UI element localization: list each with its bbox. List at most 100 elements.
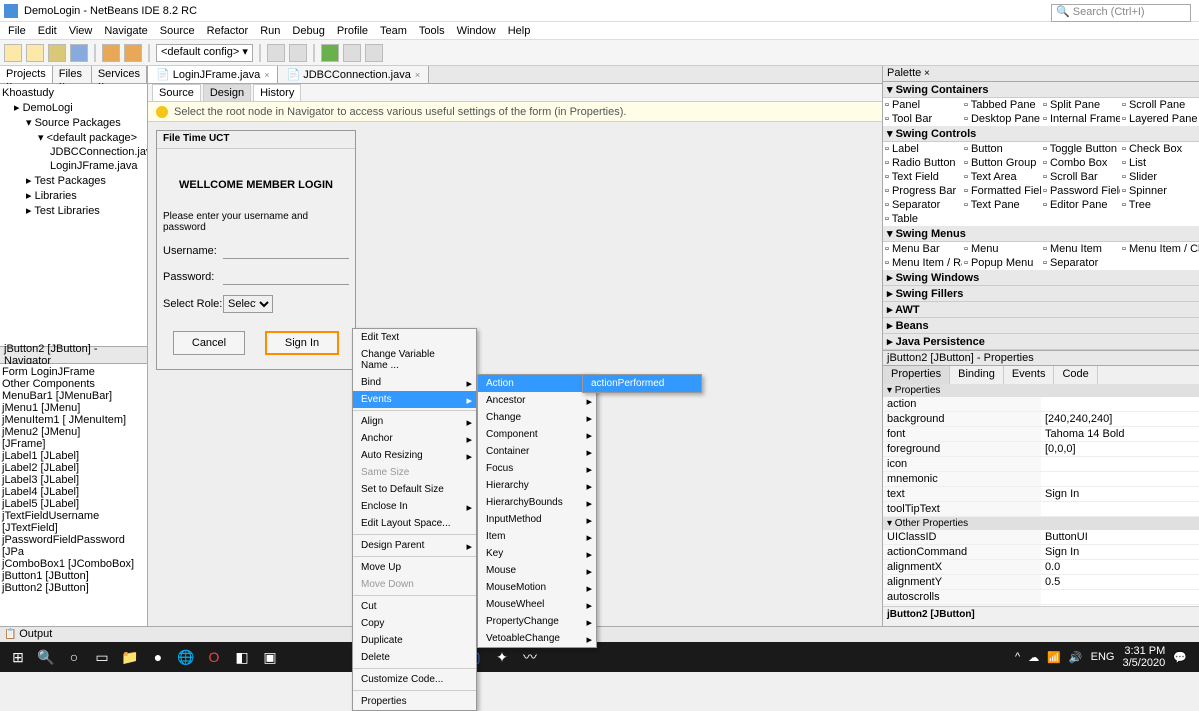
close-tab-icon[interactable]: × — [264, 70, 269, 80]
menu-edit[interactable]: Edit — [34, 25, 61, 37]
nav-item[interactable]: jLabel4 [JLabel] — [2, 486, 145, 498]
app5-icon[interactable]: 〰 — [516, 645, 544, 669]
ctx-item[interactable]: Bind▸ — [353, 374, 476, 391]
explorer-icon[interactable]: 📁 — [116, 645, 144, 669]
palette-item[interactable]: ▫ Tabbed Pane — [962, 98, 1041, 112]
palette-item[interactable]: ▫ Desktop Pane — [962, 112, 1041, 126]
ctx-item[interactable]: Design Parent▸ — [353, 537, 476, 554]
ctx-item[interactable]: Properties — [353, 693, 476, 710]
taskview-icon[interactable]: ▭ — [88, 645, 116, 669]
palette-item[interactable]: ▫ Separator — [883, 198, 962, 212]
props-tab-code[interactable]: Code — [1054, 366, 1097, 384]
palette-item[interactable]: ▫ Combo Box — [1041, 156, 1120, 170]
ctx-item[interactable]: Events▸ — [353, 391, 476, 408]
palette-item[interactable]: ▫ Check Box — [1120, 142, 1199, 156]
menu-profile[interactable]: Profile — [333, 25, 372, 37]
role-combo[interactable]: Select — [223, 295, 273, 313]
palette-item[interactable]: ▫ Editor Pane — [1041, 198, 1120, 212]
ctx-item[interactable]: Item▸ — [478, 528, 596, 545]
menu-view[interactable]: View — [65, 25, 97, 37]
ctx-item[interactable]: Ancestor▸ — [478, 392, 596, 409]
close-tab-icon[interactable]: × — [415, 70, 420, 80]
palette-item[interactable]: ▫ Text Pane — [962, 198, 1041, 212]
palette-item[interactable]: ▫ Menu Bar — [883, 242, 962, 256]
palette-item[interactable]: ▫ Slider — [1120, 170, 1199, 184]
ctx-item[interactable]: MouseWheel▸ — [478, 596, 596, 613]
global-search-input[interactable]: 🔍 Search (Ctrl+I) — [1051, 4, 1191, 22]
context-menu[interactable]: Edit TextChange Variable Name ...Bind▸Ev… — [352, 328, 477, 711]
source-mode-button[interactable]: Source — [152, 84, 201, 102]
palette-item[interactable]: ▫ Toggle Button — [1041, 142, 1120, 156]
ctx-item[interactable]: Container▸ — [478, 443, 596, 460]
ctx-item[interactable]: PropertyChange▸ — [478, 613, 596, 630]
ctx-item[interactable]: Customize Code... — [353, 671, 476, 688]
nav-item[interactable]: jMenu2 [JMenu] — [2, 426, 145, 438]
palette-item[interactable]: ▫ Scroll Bar — [1041, 170, 1120, 184]
menu-tools[interactable]: Tools — [415, 25, 449, 37]
ctx-item[interactable]: Move Up — [353, 559, 476, 576]
search-icon[interactable]: 🔍 — [32, 645, 60, 669]
nav-item[interactable]: jMenuItem1 [ JMenuItem] — [2, 414, 145, 426]
menu-window[interactable]: Window — [453, 25, 500, 37]
file-tab[interactable]: 📄 LoginJFrame.java × — [148, 66, 278, 83]
debug-button[interactable] — [343, 44, 361, 62]
palette-item[interactable]: ▫ Spinner — [1120, 184, 1199, 198]
events-submenu[interactable]: Action▸Ancestor▸Change▸Component▸Contain… — [477, 374, 597, 648]
palette-item[interactable]: ▫ Separator — [1041, 256, 1120, 270]
palette-item[interactable]: ▫ Password Field — [1041, 184, 1120, 198]
palette-item[interactable]: ▫ Table — [883, 212, 962, 226]
nav-item[interactable]: jComboBox1 [JComboBox] — [2, 558, 145, 570]
ctx-item[interactable]: Align▸ — [353, 413, 476, 430]
ctx-item[interactable]: Duplicate — [353, 632, 476, 649]
props-tab-properties[interactable]: Properties — [883, 366, 950, 384]
actionperformed-item[interactable]: actionPerformed — [583, 375, 701, 392]
output-tab[interactable]: 📋 Output — [0, 626, 1199, 642]
palette-item[interactable]: ▫ Layered Pane — [1120, 112, 1199, 126]
app4-icon[interactable]: ✦ — [488, 645, 516, 669]
profile-button[interactable] — [365, 44, 383, 62]
palette[interactable]: ▾ Swing Containers▫ Panel▫ Tabbed Pane▫ … — [883, 82, 1199, 350]
nav-item[interactable]: jLabel5 [JLabel] — [2, 498, 145, 510]
palette-item[interactable]: ▫ Panel — [883, 98, 962, 112]
ctx-item[interactable]: Delete — [353, 649, 476, 666]
system-tray[interactable]: ^ ☁ 📶 🔊 ENG 3:31 PM 3/5/2020 💬 — [1015, 645, 1195, 669]
menu-refactor[interactable]: Refactor — [203, 25, 253, 37]
app-icon[interactable]: ● — [144, 645, 172, 669]
props-tab-events[interactable]: Events — [1004, 366, 1055, 384]
palette-item[interactable]: ▫ Menu Item / CheckBox — [1120, 242, 1199, 256]
nav-item[interactable]: jLabel2 [JLabel] — [2, 462, 145, 474]
new-project-button[interactable] — [26, 44, 44, 62]
ctx-item[interactable]: MouseMotion▸ — [478, 579, 596, 596]
undo-button[interactable] — [102, 44, 120, 62]
palette-item[interactable]: ▫ Label — [883, 142, 962, 156]
menu-navigate[interactable]: Navigate — [100, 25, 151, 37]
nav-item[interactable]: jLabel3 [JLabel] — [2, 474, 145, 486]
nav-item[interactable]: jPasswordFieldPassword [JPa — [2, 534, 145, 558]
nav-item[interactable]: jMenu1 [JMenu] — [2, 402, 145, 414]
nav-item[interactable]: Form LoginJFrame — [2, 366, 145, 378]
redo-button[interactable] — [124, 44, 142, 62]
signin-button[interactable]: Sign In — [265, 331, 339, 355]
menu-debug[interactable]: Debug — [288, 25, 328, 37]
ctx-item[interactable]: Action▸ — [478, 375, 596, 392]
palette-item[interactable]: ▫ Progress Bar — [883, 184, 962, 198]
ctx-item[interactable]: Copy — [353, 615, 476, 632]
palette-item[interactable]: ▫ Radio Button — [883, 156, 962, 170]
props-tab-binding[interactable]: Binding — [950, 366, 1004, 384]
nav-item[interactable]: jButton2 [JButton] — [2, 582, 145, 594]
palette-item[interactable]: ▫ Tool Bar — [883, 112, 962, 126]
build-button[interactable] — [267, 44, 285, 62]
ctx-item[interactable]: Change Variable Name ... — [353, 346, 476, 374]
palette-item[interactable]: ▫ Split Pane — [1041, 98, 1120, 112]
palette-item[interactable]: ▫ Scroll Pane — [1120, 98, 1199, 112]
project-tree[interactable]: Khoastudy ▸ DemoLogi ▾ Source Packages ▾… — [0, 84, 147, 346]
menu-source[interactable]: Source — [156, 25, 199, 37]
ctx-item[interactable]: Edit Layout Space... — [353, 515, 476, 532]
ctx-item[interactable]: Anchor▸ — [353, 430, 476, 447]
palette-item[interactable]: ▫ Text Area — [962, 170, 1041, 184]
file-tab[interactable]: 📄 JDBCConnection.java × — [278, 66, 429, 83]
palette-item[interactable]: ▫ Internal Frame — [1041, 112, 1120, 126]
menu-run[interactable]: Run — [256, 25, 284, 37]
username-field[interactable] — [223, 243, 349, 259]
palette-item[interactable]: ▫ Menu — [962, 242, 1041, 256]
